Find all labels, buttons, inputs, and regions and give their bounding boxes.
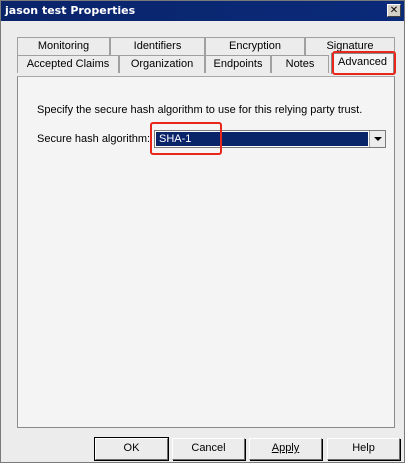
tab-advanced[interactable]: Advanced [331, 53, 394, 74]
tab-notes[interactable]: Notes [271, 55, 329, 73]
panel-description: Specify the secure hash algorithm to use… [37, 104, 363, 116]
dropdown-button[interactable] [369, 131, 385, 147]
apply-button[interactable]: Apply [249, 438, 322, 460]
hash-algorithm-label: Secure hash algorithm: [37, 133, 151, 145]
tab-accepted-claims[interactable]: Accepted Claims [17, 55, 119, 73]
tab-encryption[interactable]: Encryption [205, 37, 305, 55]
tab-endpoints[interactable]: Endpoints [205, 55, 271, 73]
close-button[interactable]: ✕ [387, 4, 401, 17]
tab-organization[interactable]: Organization [119, 55, 205, 73]
help-button[interactable]: Help [327, 438, 400, 460]
close-icon: ✕ [389, 5, 399, 16]
properties-dialog: jason test Properties ✕ Monitoring Ident… [0, 0, 405, 463]
cancel-button[interactable]: Cancel [172, 438, 245, 460]
hash-algorithm-select[interactable]: SHA-1 [154, 130, 386, 148]
chevron-down-icon [374, 137, 382, 141]
hash-algorithm-value: SHA-1 [156, 132, 368, 146]
title-bar[interactable]: jason test Properties ✕ [1, 1, 404, 21]
tab-identifiers[interactable]: Identifiers [110, 37, 205, 55]
ok-button[interactable]: OK [94, 437, 169, 461]
window-title: jason test Properties [5, 4, 136, 17]
advanced-tab-panel: Specify the secure hash algorithm to use… [17, 76, 395, 428]
tab-monitoring[interactable]: Monitoring [17, 37, 110, 55]
